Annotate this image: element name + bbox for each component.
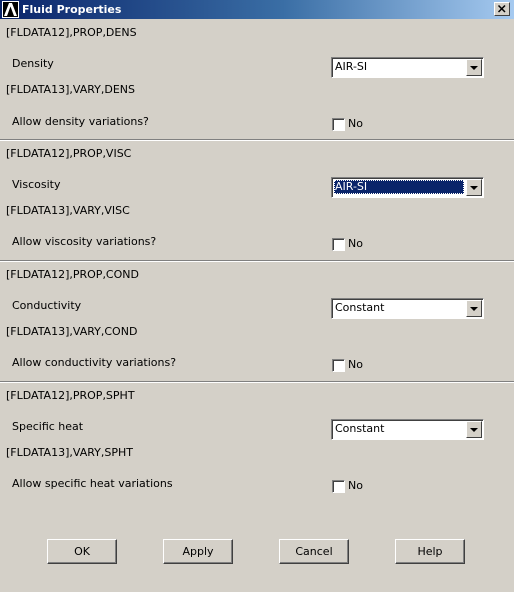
chevron-down-icon <box>470 186 478 190</box>
viscosity-vary-label: Allow viscosity variations? <box>12 235 157 248</box>
window-title: Fluid Properties <box>22 3 122 16</box>
cancel-button[interactable]: Cancel <box>279 539 349 564</box>
conductivity-vary-checkbox[interactable] <box>332 359 345 372</box>
conductivity-vary-label: Allow conductivity variations? <box>12 356 177 369</box>
section-divider <box>0 381 514 383</box>
dropdown-arrow-button[interactable] <box>466 300 482 317</box>
chevron-down-icon <box>470 428 478 432</box>
chevron-down-icon <box>470 307 478 311</box>
viscosity-vary-command: [FLDATA13],VARY,VISC <box>6 204 130 217</box>
help-button[interactable]: Help <box>395 539 465 564</box>
apply-button[interactable]: Apply <box>163 539 233 564</box>
conductivity-dropdown[interactable]: Constant <box>331 298 484 319</box>
close-button[interactable] <box>494 2 510 16</box>
title-bar[interactable]: Fluid Properties <box>0 0 514 19</box>
specific-heat-vary-value[interactable]: No <box>348 479 363 493</box>
density-label: Density <box>12 57 54 70</box>
chevron-down-icon <box>470 66 478 70</box>
fluid-properties-dialog: Fluid Properties [FLDATA12],PROP,DENS De… <box>0 0 514 592</box>
specific-heat-prop-command: [FLDATA12],PROP,SPHT <box>6 389 135 402</box>
density-dropdown[interactable]: AIR-SI <box>331 57 484 78</box>
density-dropdown-value: AIR-SI <box>335 60 368 73</box>
dropdown-arrow-button[interactable] <box>466 59 482 76</box>
section-divider <box>0 260 514 262</box>
conductivity-vary-value[interactable]: No <box>348 358 363 372</box>
density-vary-value[interactable]: No <box>348 117 363 131</box>
ok-button[interactable]: OK <box>47 539 117 564</box>
conductivity-prop-command: [FLDATA12],PROP,COND <box>6 268 139 281</box>
density-vary-label: Allow density variations? <box>12 115 149 128</box>
specific-heat-dropdown[interactable]: Constant <box>331 419 484 440</box>
viscosity-dropdown-value: AIR-SI <box>334 180 464 194</box>
close-icon <box>497 4 506 13</box>
section-divider <box>0 139 514 141</box>
viscosity-vary-value[interactable]: No <box>348 237 363 251</box>
specific-heat-dropdown-value: Constant <box>335 422 385 435</box>
density-prop-command: [FLDATA12],PROP,DENS <box>6 26 137 39</box>
specific-heat-vary-command: [FLDATA13],VARY,SPHT <box>6 446 133 459</box>
conductivity-dropdown-value: Constant <box>335 301 385 314</box>
specific-heat-label: Specific heat <box>12 420 84 433</box>
density-vary-command: [FLDATA13],VARY,DENS <box>6 83 136 96</box>
viscosity-vary-checkbox[interactable] <box>332 238 345 251</box>
conductivity-label: Conductivity <box>12 299 82 312</box>
density-vary-checkbox[interactable] <box>332 118 345 131</box>
conductivity-vary-command: [FLDATA13],VARY,COND <box>6 325 138 338</box>
viscosity-prop-command: [FLDATA12],PROP,VISC <box>6 147 132 160</box>
dropdown-arrow-button[interactable] <box>466 179 482 196</box>
ansys-logo-icon <box>2 1 19 18</box>
specific-heat-vary-checkbox[interactable] <box>332 480 345 493</box>
dropdown-arrow-button[interactable] <box>466 421 482 438</box>
specific-heat-vary-label: Allow specific heat variations <box>12 477 173 490</box>
viscosity-label: Viscosity <box>12 178 61 191</box>
viscosity-dropdown[interactable]: AIR-SI <box>331 177 484 198</box>
